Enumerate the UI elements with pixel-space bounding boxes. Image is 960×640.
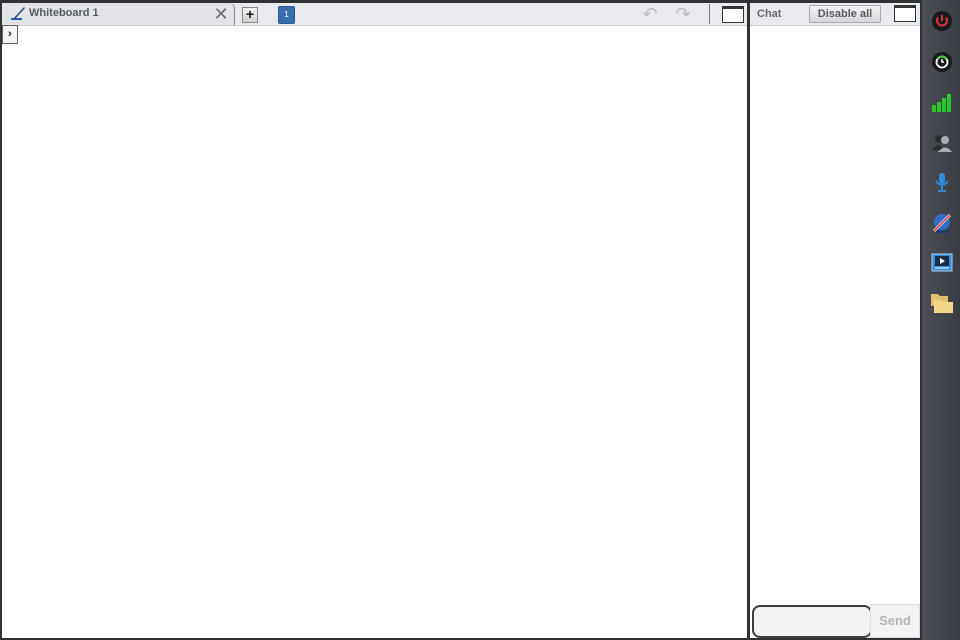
files-folder-icon[interactable] xyxy=(930,292,954,314)
disable-all-button[interactable]: Disable all xyxy=(809,5,881,23)
signal-strength-icon[interactable] xyxy=(931,91,953,113)
right-dock xyxy=(922,0,960,640)
whiteboard-canvas[interactable] xyxy=(2,26,747,638)
tab-label: Whiteboard 1 xyxy=(29,7,99,19)
chat-messages xyxy=(750,26,920,601)
page-number-badge[interactable]: 1 xyxy=(278,6,295,24)
close-tab-icon[interactable]: ✕ xyxy=(212,4,230,24)
add-tab-button[interactable]: + xyxy=(242,7,258,23)
participants-icon[interactable] xyxy=(931,131,953,153)
undo-icon[interactable]: ↶ xyxy=(640,5,660,23)
redo-icon[interactable]: ↷ xyxy=(673,5,693,23)
microphone-icon[interactable] xyxy=(931,171,953,193)
whiteboard-toolbar: Whiteboard 1 ✕ + 1 ↶ ↷ xyxy=(2,3,747,26)
power-icon[interactable] xyxy=(931,10,953,32)
camera-disabled-icon[interactable] xyxy=(931,212,953,234)
tab-whiteboard-1[interactable]: Whiteboard 1 ✕ xyxy=(2,3,235,25)
chat-title: Chat xyxy=(757,8,782,20)
chat-panel: Chat Disable all Send xyxy=(750,3,920,638)
maximize-whiteboard-icon[interactable] xyxy=(722,6,744,23)
whiteboard-pen-icon xyxy=(11,7,25,20)
maximize-chat-icon[interactable] xyxy=(894,5,916,22)
chat-header: Chat Disable all xyxy=(750,3,920,26)
app-frame: Whiteboard 1 ✕ + 1 ↶ ↷ › Chat Disable al… xyxy=(0,0,922,640)
clock-icon[interactable] xyxy=(931,51,953,73)
media-player-icon[interactable] xyxy=(931,252,953,274)
chat-message-input[interactable] xyxy=(752,605,872,638)
whiteboard-panel[interactable]: Whiteboard 1 ✕ + 1 ↶ ↷ › xyxy=(2,3,747,638)
toolbar-divider xyxy=(709,4,710,24)
send-button[interactable]: Send xyxy=(870,604,920,638)
